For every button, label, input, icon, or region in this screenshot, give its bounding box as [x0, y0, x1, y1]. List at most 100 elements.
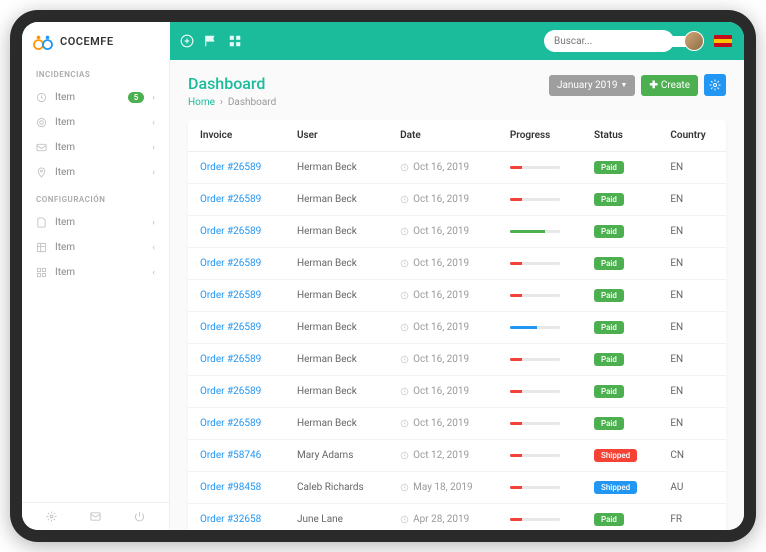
table-row: Order #26589Herman BeckOct 16, 2019PaidE… — [188, 280, 726, 312]
sidebar-item[interactable]: Item‹ — [22, 160, 169, 185]
avatar[interactable] — [684, 31, 704, 51]
invoice-link[interactable]: Order #26589 — [200, 354, 261, 365]
sidebar-item[interactable]: Item‹ — [22, 135, 169, 160]
invoice-link[interactable]: Order #26589 — [200, 258, 261, 269]
search-input[interactable] — [554, 36, 687, 47]
user-cell: Herman Beck — [285, 344, 388, 376]
date-filter-button[interactable]: January 2019 ▼ — [549, 75, 636, 96]
invoice-link[interactable]: Order #26589 — [200, 162, 261, 173]
invoice-link[interactable]: Order #26589 — [200, 290, 261, 301]
sidebar-section-title: CONFIGURACIÓN — [22, 185, 169, 210]
clock-icon — [400, 323, 409, 332]
invoice-link[interactable]: Order #26589 — [200, 226, 261, 237]
country-cell: AU — [658, 472, 726, 504]
clock-icon — [400, 227, 409, 236]
plus-circle-icon[interactable] — [180, 34, 194, 48]
country-cell: EN — [658, 344, 726, 376]
locale-flag-icon[interactable] — [714, 35, 732, 47]
status-badge: Paid — [594, 321, 624, 334]
status-badge: Paid — [594, 161, 624, 174]
table-row: Order #26589 Herman Beck Oct 16, 2019 Paid E… — [188, 376, 726, 408]
create-button[interactable]: ✚ Create — [641, 75, 698, 96]
column-header[interactable]: User — [285, 120, 388, 152]
column-header[interactable]: Invoice — [188, 120, 285, 152]
country-cell: FR — [658, 504, 726, 531]
table-row: Order #26589Herman BeckOct 16, 2019PaidE… — [188, 344, 726, 376]
country-cell: CN — [658, 440, 726, 472]
gear-icon — [709, 79, 721, 91]
date-cell: Oct 16, 2019 — [400, 194, 486, 205]
topbar: COCEMFE — [22, 22, 744, 60]
user-cell: Herman Beck — [285, 376, 388, 408]
apps-icon[interactable] — [228, 34, 242, 48]
progress-bar — [510, 166, 560, 169]
logo[interactable]: COCEMFE — [22, 22, 170, 60]
column-header[interactable]: Date — [388, 120, 498, 152]
date-cell: Oct 16, 2019 — [400, 290, 486, 301]
column-header[interactable]: Progress — [498, 120, 582, 152]
mail-icon[interactable] — [90, 511, 101, 522]
breadcrumb-home[interactable]: Home — [188, 97, 215, 108]
invoice-link[interactable]: Order #26589 — [200, 386, 261, 397]
table-row: Order #26589 Herman Beck Oct 16, 2019 Paid E… — [188, 152, 726, 184]
mail-icon — [36, 142, 47, 153]
pin-icon — [36, 167, 47, 178]
clock-icon — [36, 92, 47, 103]
invoice-link[interactable]: Order #26589 — [200, 322, 261, 333]
sidebar-item[interactable]: Item‹ — [22, 235, 169, 260]
country-cell: EN — [658, 408, 726, 440]
user-cell: Herman Beck — [285, 216, 388, 248]
country-cell: EN — [658, 248, 726, 280]
column-header[interactable]: Status — [582, 120, 658, 152]
settings-button[interactable] — [704, 74, 726, 96]
page-actions: January 2019 ▼ ✚ Create — [549, 74, 726, 96]
screen: COCEMFE INCIDENCIASItem5‹Item‹Item‹Item‹… — [22, 22, 744, 530]
search-box[interactable] — [544, 30, 674, 52]
status-badge: Paid — [594, 513, 624, 526]
invoice-link[interactable]: Order #58746 — [200, 450, 261, 461]
status-badge: Paid — [594, 417, 624, 430]
date-cell: Oct 16, 2019 — [400, 386, 486, 397]
status-badge: Paid — [594, 385, 624, 398]
page-title: Dashboard — [188, 74, 276, 93]
country-cell: EN — [658, 152, 726, 184]
progress-bar — [510, 422, 560, 425]
clock-icon — [400, 419, 409, 428]
progress-bar — [510, 390, 560, 393]
chevron-left-icon: ‹ — [152, 243, 155, 253]
progress-bar — [510, 262, 560, 265]
sidebar-item-label: Item — [55, 92, 120, 103]
sidebar-item[interactable]: Item‹ — [22, 260, 169, 285]
tablet-frame: COCEMFE INCIDENCIASItem5‹Item‹Item‹Item‹… — [10, 10, 756, 542]
chevron-left-icon: ‹ — [152, 93, 155, 103]
sidebar-item[interactable]: Item‹ — [22, 210, 169, 235]
country-cell: EN — [658, 376, 726, 408]
date-cell: Oct 16, 2019 — [400, 162, 486, 173]
table-row: Order #26589Herman BeckOct 16, 2019PaidE… — [188, 184, 726, 216]
power-icon[interactable] — [134, 511, 145, 522]
invoice-link[interactable]: Order #26589 — [200, 418, 261, 429]
breadcrumb-current: Dashboard — [228, 97, 276, 108]
brand-text: COCEMFE — [60, 35, 114, 48]
gear-icon[interactable] — [46, 511, 57, 522]
country-cell: EN — [658, 280, 726, 312]
progress-bar — [510, 518, 560, 521]
user-cell: Mary Adams — [285, 440, 388, 472]
invoice-link[interactable]: Order #98458 — [200, 482, 261, 493]
page-header: Dashboard Home › Dashboard January 2019 … — [188, 74, 726, 108]
user-cell: Herman Beck — [285, 152, 388, 184]
invoice-link[interactable]: Order #32658 — [200, 514, 261, 525]
user-cell: Caleb Richards — [285, 472, 388, 504]
body: INCIDENCIASItem5‹Item‹Item‹Item‹CONFIGUR… — [22, 60, 744, 530]
table-row: Order #26589Herman BeckOct 16, 2019PaidE… — [188, 216, 726, 248]
sidebar-item[interactable]: Item5‹ — [22, 85, 169, 110]
table-row: Order #26589Herman BeckOct 16, 2019PaidE… — [188, 408, 726, 440]
flag-icon[interactable] — [204, 34, 218, 48]
orders-table: InvoiceUserDateProgressStatusCountry Ord… — [188, 120, 726, 530]
table-icon — [36, 242, 47, 253]
column-header[interactable]: Country — [658, 120, 726, 152]
sidebar-item-label: Item — [55, 142, 144, 153]
sidebar-item[interactable]: Item‹ — [22, 110, 169, 135]
sidebar-item-label: Item — [55, 117, 144, 128]
invoice-link[interactable]: Order #26589 — [200, 194, 261, 205]
